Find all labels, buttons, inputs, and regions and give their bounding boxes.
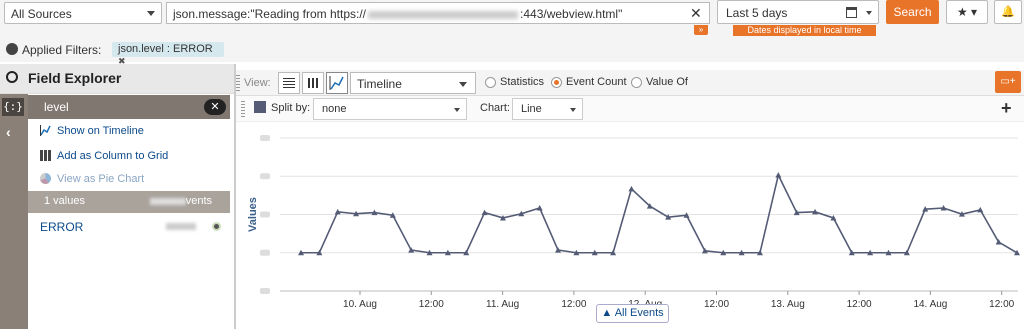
search-button[interactable]: Search	[886, 0, 939, 24]
search-icon	[6, 71, 18, 83]
data-point	[481, 209, 488, 216]
data-point	[628, 185, 635, 192]
x-tick-label: 12:00	[561, 299, 586, 310]
calendar-icon[interactable]	[846, 7, 857, 18]
event-count-label: Event Count	[566, 76, 627, 88]
chevron-down-icon	[147, 11, 155, 16]
side-rail	[0, 94, 28, 329]
y-tick-label	[260, 173, 270, 180]
values-count: 1 values	[44, 195, 85, 207]
series-line	[301, 172, 1018, 254]
expand-query-icon[interactable]: »	[694, 25, 708, 35]
search-query-input[interactable]: json.message:"Reading from https:// :443/…	[166, 2, 710, 24]
event-count-radio[interactable]	[551, 77, 562, 88]
json-fields-icon[interactable]: {:}	[2, 98, 24, 116]
add-panel-icon[interactable]: ▭+	[995, 71, 1021, 93]
x-tick-label: 12:00	[704, 299, 729, 310]
drag-handle-icon[interactable]	[241, 101, 245, 117]
star-icon: ★	[956, 5, 968, 19]
applied-filters-label: Applied Filters:	[22, 43, 102, 57]
filter-chip-text: json.level : ERROR	[118, 43, 213, 55]
chart-label: Chart:	[480, 102, 510, 114]
query-text-start: json.message:"Reading from https://	[173, 7, 367, 21]
statistics-label: Statistics	[500, 76, 545, 88]
add-icon[interactable]: +	[1001, 98, 1012, 119]
grid-view-icon[interactable]	[302, 72, 324, 94]
y-tick-label	[260, 211, 270, 218]
events-count: vents	[149, 195, 212, 207]
field-value-item[interactable]: ERROR	[40, 220, 83, 234]
value-of-radio[interactable]	[631, 77, 642, 88]
favorites-button[interactable]: ★ ▾	[946, 0, 988, 24]
chart-type-select[interactable]: Line	[512, 98, 583, 120]
close-icon[interactable]: ✕	[690, 5, 702, 22]
source-select[interactable]: All Sources	[4, 2, 162, 24]
split-by-label: Split by:	[271, 102, 311, 114]
y-tick-label	[260, 288, 270, 294]
drag-handle-icon[interactable]	[236, 75, 240, 91]
bell-icon[interactable]: 🔔	[994, 0, 1022, 24]
grid-icon	[40, 150, 51, 161]
show-on-timeline-link[interactable]: Show on Timeline	[57, 125, 144, 137]
collapse-icon[interactable]: ‹	[6, 124, 11, 140]
chevron-down-icon	[866, 11, 872, 15]
data-point	[775, 172, 782, 178]
field-explorer-title: Field Explorer	[28, 70, 122, 86]
timeline-chart: Values10. Aug12:0011. Aug12:0012. Aug12:…	[247, 135, 1020, 310]
chevron-down-icon	[459, 82, 467, 87]
redacted-host	[368, 10, 519, 19]
close-field-button[interactable]: ✕	[204, 99, 226, 115]
view-type-select[interactable]: Timeline	[350, 72, 476, 94]
timeline-view-icon[interactable]	[326, 72, 348, 94]
selected-field: level	[28, 95, 230, 119]
y-tick-label	[260, 135, 270, 141]
series-color-swatch[interactable]	[254, 101, 266, 113]
value-of-label: Value Of	[646, 76, 688, 88]
x-tick-label: 12:00	[419, 299, 444, 310]
split-by-select[interactable]: none	[313, 98, 467, 120]
chevron-down-icon	[454, 108, 460, 112]
filter-icon	[6, 43, 18, 55]
data-point	[536, 204, 543, 211]
time-range-select[interactable]: Last 5 days	[717, 0, 879, 24]
x-tick-label: 11. Aug	[486, 299, 519, 310]
x-tick-label: 12:00	[989, 299, 1014, 310]
events-suffix: vents	[185, 195, 212, 207]
view-label: View:	[244, 77, 271, 89]
time-range-value: Last 5 days	[726, 6, 788, 20]
redacted-count	[149, 197, 186, 205]
x-tick-label: 14. Aug	[913, 299, 947, 310]
redacted-value-count	[166, 223, 196, 230]
view-pie-chart-link[interactable]: View as Pie Chart	[57, 173, 144, 185]
field-name: level	[44, 100, 69, 114]
x-tick-label: 13. Aug	[771, 299, 805, 310]
add-column-link[interactable]: Add as Column to Grid	[57, 150, 168, 162]
y-tick-label	[260, 249, 270, 256]
source-value: All Sources	[11, 7, 72, 21]
split-by-value: none	[322, 103, 347, 115]
local-time-note: Dates displayed in local time	[733, 25, 876, 36]
view-type-value: Timeline	[357, 77, 402, 91]
list-view-icon[interactable]	[278, 72, 300, 94]
chevron-down-icon	[570, 108, 576, 112]
pie-chart-icon	[40, 173, 51, 184]
value-pie-icon[interactable]	[212, 222, 221, 231]
y-axis-label: Values	[247, 197, 259, 232]
all-events-button[interactable]: ▲ All Events	[596, 304, 669, 323]
chart-type-value: Line	[521, 103, 542, 115]
values-header: 1 values vents	[28, 191, 230, 213]
statistics-radio[interactable]	[485, 77, 496, 88]
x-tick-label: 10. Aug	[343, 299, 377, 310]
x-tick-label: 12:00	[847, 299, 872, 310]
timeline-icon	[40, 125, 51, 136]
query-text-end: :443/webview.html"	[520, 7, 623, 21]
filter-chip[interactable]: json.level : ERROR ✖	[112, 42, 224, 66]
